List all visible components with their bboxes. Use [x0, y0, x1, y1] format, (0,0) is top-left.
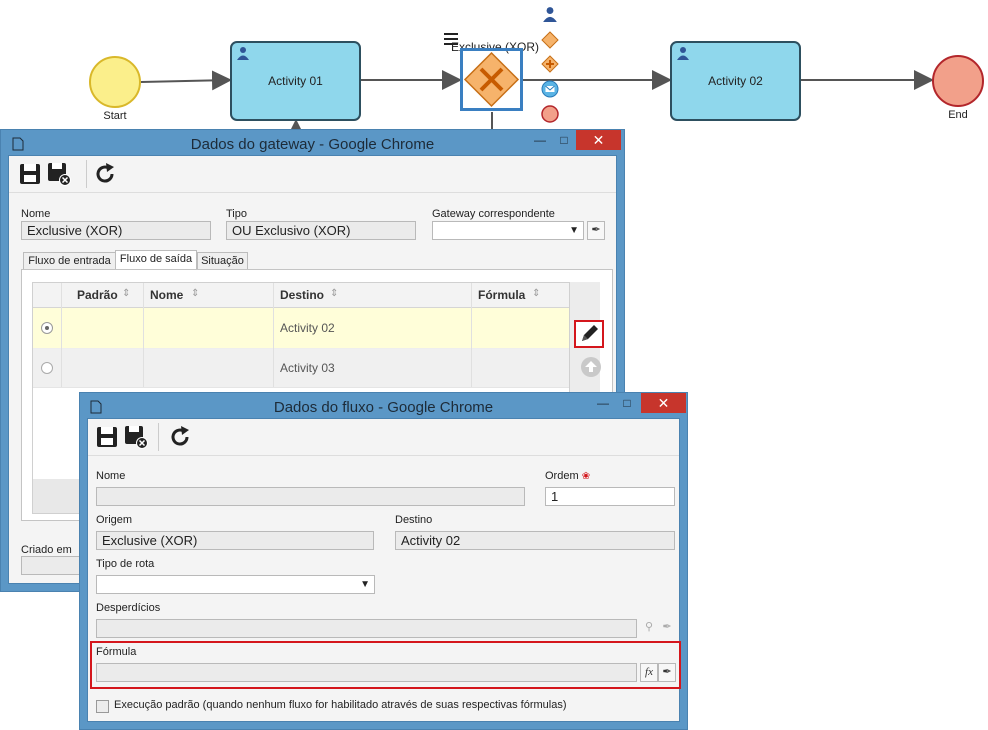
sort-icon[interactable]: ⇕: [122, 288, 130, 299]
end-event[interactable]: [932, 55, 984, 107]
table-row[interactable]: Activity 02: [33, 308, 569, 349]
tab-outgoing-flow[interactable]: Fluxo de saída: [115, 250, 197, 269]
origin-label: Origem: [96, 514, 133, 526]
destination-field[interactable]: Activity 02: [395, 531, 675, 550]
waste-field[interactable]: [96, 619, 637, 638]
corresponding-gateway-label: Gateway correspondente: [432, 208, 555, 220]
order-label-text: Ordem: [545, 470, 579, 482]
tab-status[interactable]: Situação: [197, 252, 248, 269]
save-icon[interactable]: [95, 425, 119, 449]
column-name[interactable]: Nome: [150, 288, 183, 302]
grid-column-divider: [143, 283, 144, 387]
user-icon: [677, 47, 689, 60]
refresh-icon[interactable]: [168, 425, 192, 449]
close-button[interactable]: ✕: [576, 130, 621, 150]
save-icon[interactable]: [18, 162, 42, 186]
flow-toolbar: [88, 419, 679, 456]
palette-parallel-gateway-icon[interactable]: [541, 55, 559, 73]
dropdown-arrow-icon: ▼: [569, 225, 579, 236]
column-default[interactable]: Padrão: [77, 288, 118, 302]
tab-incoming-flow[interactable]: Fluxo de entrada: [23, 252, 116, 269]
refresh-icon[interactable]: [93, 162, 117, 186]
column-destination[interactable]: Destino: [280, 288, 324, 302]
save-close-icon[interactable]: [124, 425, 148, 449]
flow-window-body: Nome Ordem ❀ 1 Origem Exclusive (XOR) De…: [87, 418, 681, 722]
default-exec-label: Execução padrão (quando nenhum fluxo for…: [114, 699, 567, 711]
formula-field[interactable]: [96, 663, 637, 682]
type-label: Tipo: [226, 208, 247, 220]
pencil-icon: [582, 325, 598, 341]
activity-02-label: Activity 02: [708, 74, 763, 88]
required-icon: ❀: [581, 471, 591, 482]
default-exec-checkbox[interactable]: [96, 700, 109, 713]
order-field[interactable]: 1: [545, 487, 675, 506]
waste-label: Desperdícios: [96, 602, 161, 614]
edit-button[interactable]: [574, 320, 604, 348]
radio-selected[interactable]: [41, 322, 53, 334]
save-close-icon[interactable]: [47, 162, 71, 186]
flow-name-field[interactable]: [96, 487, 525, 506]
table-row[interactable]: Activity 03: [33, 349, 569, 388]
palette-gateway-icon[interactable]: [541, 31, 559, 49]
maximize-button[interactable]: □: [613, 393, 641, 413]
move-up-icon[interactable]: [580, 356, 602, 378]
gateway-toolbar: [9, 156, 616, 193]
user-icon: [237, 47, 249, 60]
grid-header: Padrão ⇕ Nome ⇕ Destino ⇕ Fórmula ⇕: [33, 283, 569, 308]
route-type-label: Tipo de rota: [96, 558, 155, 570]
cell-destination: Activity 02: [280, 321, 335, 335]
created-at-label: Criado em: [21, 544, 72, 556]
flow-name-label: Nome: [96, 470, 126, 482]
flow-window: Dados do fluxo - Google Chrome — □ ✕ Nom…: [79, 392, 688, 730]
dropdown-arrow-icon: ▼: [360, 579, 370, 590]
name-field[interactable]: Exclusive (XOR): [21, 221, 211, 240]
activity-01-label: Activity 01: [268, 74, 323, 88]
route-type-select[interactable]: ▼: [96, 575, 375, 594]
grid-column-divider: [471, 283, 472, 387]
created-at-field[interactable]: [21, 556, 81, 575]
exclusive-gateway[interactable]: [463, 51, 520, 108]
column-formula[interactable]: Fórmula: [478, 288, 525, 302]
destination-label: Destino: [395, 514, 433, 526]
search-icon[interactable]: ⚲: [640, 619, 658, 638]
grid-column-divider: [61, 283, 62, 387]
sort-icon[interactable]: ⇕: [532, 288, 540, 299]
formula-fx-button[interactable]: fx: [640, 663, 658, 682]
radio-unselected[interactable]: [41, 362, 53, 374]
sort-icon[interactable]: ⇕: [330, 288, 338, 299]
start-label: Start: [103, 110, 127, 122]
activity-01[interactable]: Activity 01: [230, 41, 361, 121]
close-button[interactable]: ✕: [641, 393, 686, 413]
end-label: End: [948, 109, 968, 121]
name-label: Nome: [21, 208, 51, 220]
corresponding-gateway-select[interactable]: ▼: [432, 221, 584, 240]
sort-icon[interactable]: ⇕: [191, 288, 199, 299]
palette-end-event-icon[interactable]: [541, 105, 559, 123]
start-event[interactable]: [89, 56, 141, 108]
grid-column-divider: [273, 283, 274, 387]
brush-icon[interactable]: ✒: [658, 619, 676, 638]
cell-destination: Activity 03: [280, 361, 335, 375]
origin-field[interactable]: Exclusive (XOR): [96, 531, 374, 550]
brush-icon[interactable]: ✒: [658, 663, 676, 682]
brush-icon[interactable]: ✒: [587, 221, 605, 240]
palette-user-task-icon[interactable]: [542, 6, 558, 22]
radio-dot: [45, 326, 49, 330]
toolbar-separator: [86, 160, 87, 188]
palette-message-event-icon[interactable]: [541, 80, 559, 98]
order-label: Ordem ❀: [545, 470, 590, 482]
formula-label: Fórmula: [96, 646, 137, 658]
type-field[interactable]: OU Exclusivo (XOR): [226, 221, 416, 240]
maximize-button[interactable]: □: [550, 130, 578, 150]
activity-02[interactable]: Activity 02: [670, 41, 801, 121]
toolbar-separator: [158, 423, 159, 451]
menu-icon[interactable]: [444, 33, 458, 45]
